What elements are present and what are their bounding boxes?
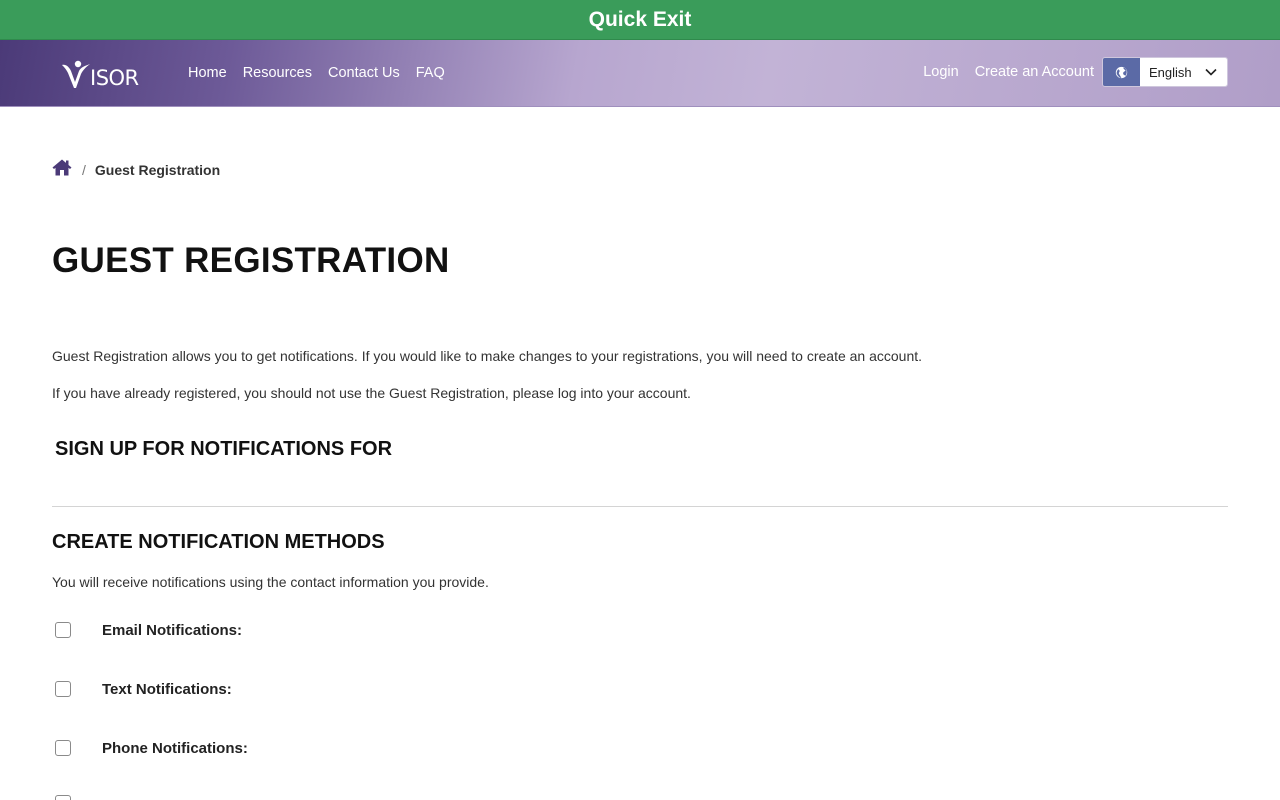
- next-notification-option-partial: [55, 793, 71, 800]
- header-navbar: ISOR Home Resources Contact Us FAQ Login…: [0, 40, 1280, 107]
- breadcrumb-home-link[interactable]: [52, 159, 72, 181]
- nav-faq-link[interactable]: FAQ: [416, 65, 445, 81]
- text-notifications-checkbox[interactable]: [55, 681, 71, 697]
- logo-text: ISOR: [90, 66, 139, 90]
- intro-paragraph-2: If you have already registered, you shou…: [52, 385, 691, 401]
- signup-heading: SIGN UP FOR NOTIFICATIONS FOR: [55, 438, 393, 460]
- email-notifications-checkbox[interactable]: [55, 622, 71, 638]
- nav-contact-us-link[interactable]: Contact Us: [328, 65, 400, 81]
- email-notifications-label[interactable]: Email Notifications:: [102, 622, 242, 639]
- create-account-link[interactable]: Create an Account: [975, 64, 1094, 80]
- text-notifications-option: Text Notifications:: [55, 679, 232, 699]
- globe-icon: [1115, 66, 1128, 78]
- phone-notifications-label[interactable]: Phone Notifications:: [102, 740, 248, 757]
- language-globe-button[interactable]: [1103, 58, 1140, 86]
- nav-home-link[interactable]: Home: [188, 65, 227, 81]
- breadcrumb-separator: /: [82, 162, 86, 178]
- language-selector: English: [1102, 57, 1228, 87]
- quick-exit-button[interactable]: Quick Exit: [0, 0, 1280, 40]
- main-nav: Home Resources Contact Us FAQ: [188, 40, 445, 106]
- intro-paragraph-1: Guest Registration allows you to get not…: [52, 348, 923, 364]
- login-link[interactable]: Login: [923, 64, 958, 80]
- chevron-down-icon: [1205, 68, 1217, 76]
- breadcrumb-current: Guest Registration: [94, 162, 221, 178]
- phone-notifications-checkbox[interactable]: [55, 740, 71, 756]
- notification-methods-description: You will receive notifications using the…: [52, 574, 489, 590]
- email-notifications-option: Email Notifications:: [55, 620, 242, 640]
- language-dropdown[interactable]: English: [1140, 58, 1227, 86]
- text-notifications-label[interactable]: Text Notifications:: [102, 681, 232, 698]
- nav-resources-link[interactable]: Resources: [243, 65, 312, 81]
- breadcrumb: / Guest Registration: [52, 159, 221, 181]
- phone-notifications-option: Phone Notifications:: [55, 738, 248, 758]
- next-option-checkbox[interactable]: [55, 795, 71, 800]
- page-title: GUEST REGISTRATION: [52, 241, 450, 280]
- home-icon: [52, 159, 72, 176]
- notification-methods-heading: CREATE NOTIFICATION METHODS: [52, 531, 385, 553]
- visor-logo[interactable]: ISOR: [60, 54, 152, 94]
- visor-person-v-logo-icon: [62, 60, 90, 88]
- account-nav: Login Create an Account English: [923, 57, 1228, 87]
- language-selected-value: English: [1149, 64, 1192, 80]
- section-divider: [52, 506, 1228, 507]
